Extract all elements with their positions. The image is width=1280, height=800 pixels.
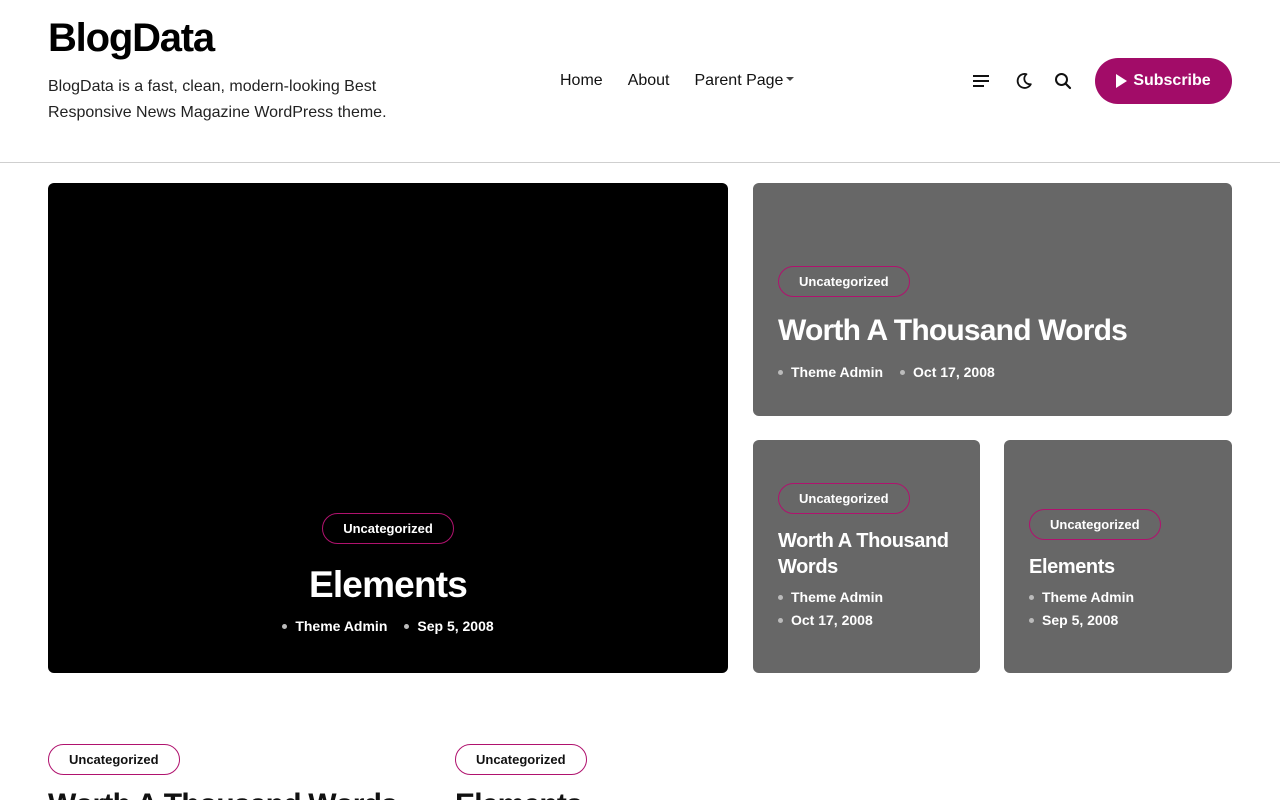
bullet-icon (778, 369, 783, 375)
post-card[interactable]: Uncategorized Elements Theme Admin Sep 5… (1004, 440, 1232, 673)
post-title[interactable]: Worth A Thousand Words (778, 311, 1128, 351)
post-date[interactable]: Sep 5, 2008 (404, 618, 494, 634)
post-title[interactable]: Elements (48, 562, 728, 608)
subscribe-button[interactable]: Subscribe (1095, 58, 1232, 104)
list-post[interactable]: Uncategorized Worth A Thousand Words (48, 744, 398, 800)
nav-item-parent-page[interactable]: Parent Page (695, 70, 795, 92)
nav-item-about[interactable]: About (628, 70, 670, 92)
bullet-icon (1029, 594, 1034, 600)
post-author[interactable]: Theme Admin (778, 364, 883, 380)
site-title[interactable]: BlogData (48, 14, 215, 62)
post-title[interactable]: Worth A Thousand Words (48, 785, 398, 800)
bullet-icon (900, 369, 906, 375)
featured-post-card[interactable]: Uncategorized Elements Theme Admin Sep 5… (48, 183, 728, 673)
post-author[interactable]: Theme Admin (282, 618, 387, 634)
post-author[interactable]: Theme Admin (778, 589, 968, 605)
post-date[interactable]: Oct 17, 2008 (900, 364, 995, 380)
category-badge[interactable]: Uncategorized (322, 513, 454, 544)
chevron-down-icon (786, 76, 795, 81)
bullet-icon (282, 623, 288, 629)
moon-icon[interactable] (1012, 69, 1036, 93)
site-description: BlogData is a fast, clean, modern-lookin… (48, 78, 387, 121)
category-badge[interactable]: Uncategorized (778, 483, 910, 514)
bullet-icon (778, 617, 783, 623)
post-title[interactable]: Elements (455, 785, 587, 800)
search-icon[interactable] (1051, 69, 1075, 93)
list-post[interactable]: Uncategorized Elements (455, 744, 587, 800)
play-icon (1116, 74, 1128, 88)
category-badge[interactable]: Uncategorized (48, 744, 180, 775)
nav-item-parent-page-label: Parent Page (694, 72, 784, 89)
subscribe-label: Subscribe (1133, 72, 1211, 89)
menu-icon[interactable] (969, 69, 993, 93)
post-date[interactable]: Oct 17, 2008 (778, 612, 968, 628)
site-header: BlogData BlogData is a fast, clean, mode… (0, 0, 1280, 163)
post-card[interactable]: Uncategorized Worth A Thousand Words The… (753, 183, 1232, 416)
post-date[interactable]: Sep 5, 2008 (1029, 612, 1219, 628)
bullet-icon (404, 623, 410, 629)
nav-item-home[interactable]: Home (560, 70, 603, 92)
category-badge[interactable]: Uncategorized (455, 744, 587, 775)
post-card[interactable]: Uncategorized Worth A Thousand Words The… (753, 440, 980, 673)
post-author[interactable]: Theme Admin (1029, 589, 1219, 605)
bullet-icon (1029, 617, 1034, 623)
main-nav: Home About Parent Page (560, 70, 795, 92)
post-title[interactable]: Worth A Thousand Words (778, 528, 968, 580)
post-title[interactable]: Elements (1029, 554, 1219, 580)
category-badge[interactable]: Uncategorized (778, 266, 910, 297)
bullet-icon (778, 594, 783, 600)
category-badge[interactable]: Uncategorized (1029, 509, 1161, 540)
